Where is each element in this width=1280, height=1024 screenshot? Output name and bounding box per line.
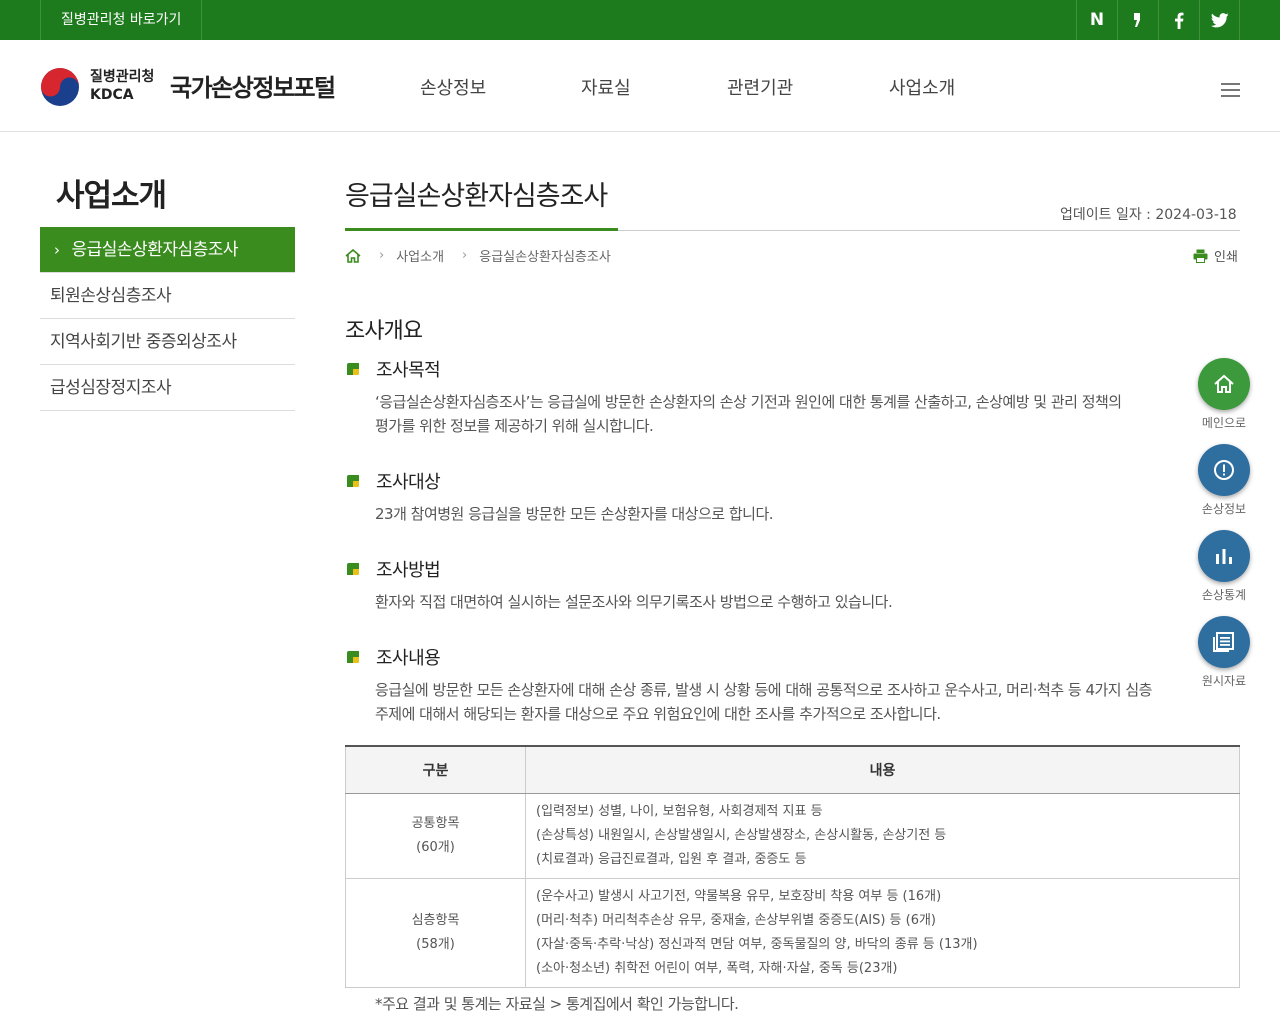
quick-menu-label: 손상통계 — [1201, 588, 1247, 602]
update-date: 업데이트 일자 : 2024-03-18 — [1060, 207, 1237, 223]
quick-menu-main[interactable]: 메인으로 — [1198, 358, 1250, 431]
quick-menu-label: 손상정보 — [1201, 502, 1247, 516]
sns-links: N — [1076, 0, 1240, 40]
nav-business-intro[interactable]: 사업소개 — [889, 74, 955, 100]
kakao-story-icon[interactable] — [1117, 0, 1158, 40]
subsection-text: 응급실에 방문한 모든 손상환자에 대해 손상 종류, 발생 시 상황 등에 대… — [375, 681, 1152, 723]
table-header-row: 구분 내용 — [345, 745, 1240, 794]
site-header: 질병관리청 KDCA 국가손상정보포털 손상정보 자료실 관련기관 사업소개 — [0, 40, 1280, 132]
twitter-icon[interactable] — [1199, 0, 1240, 40]
sidebar-item-ed-injury-survey[interactable]: › 응급실손상환자심층조사 — [40, 227, 295, 273]
org-abbr: KDCA — [90, 87, 134, 103]
leaf-bullet-icon — [347, 651, 359, 663]
sidebar-item-cardiac-arrest-survey[interactable]: 급성심장정지조사 — [40, 365, 295, 411]
survey-items-table: 구분 내용 공통항목 (60개) (입력정보) 성별, 나이, 보험유형, 사회… — [345, 745, 1240, 988]
table-cell-category: 공통항목 (60개) — [345, 792, 526, 879]
site-title[interactable]: 국가손상정보포털 — [170, 68, 336, 103]
nav-injury-info[interactable]: 손상정보 — [420, 74, 486, 100]
nav-data-room[interactable]: 자료실 — [581, 74, 631, 100]
naver-blog-icon[interactable]: N — [1076, 0, 1117, 40]
kdca-logo-icon[interactable] — [40, 67, 80, 107]
quick-menu-injury-info[interactable]: 손상정보 — [1198, 444, 1250, 517]
subsection-heading: 조사목적 — [346, 356, 441, 382]
org-logo-text[interactable]: 질병관리청 KDCA — [90, 68, 154, 104]
nav-related-orgs[interactable]: 관련기관 — [727, 74, 793, 100]
subsection-text: 환자와 직접 대면하여 실시하는 설문조사와 의무기록조사 방법으로 수행하고 … — [375, 593, 893, 611]
info-icon — [1198, 444, 1250, 496]
table-header: 내용 — [525, 745, 1240, 794]
table-cell-items: (운수사고) 발생시 사고기전, 약물복용 유무, 보호장비 착용 여부 등 (… — [525, 877, 1240, 988]
table-cell-items: (입력정보) 성별, 나이, 보험유형, 사회경제적 지표 등 (손상특성) 내… — [525, 792, 1240, 879]
breadcrumb-item[interactable]: 사업소개 — [396, 246, 444, 265]
sidebar-item-label: 급성심장정지조사 — [50, 378, 172, 398]
chevron-right-icon: › — [54, 241, 60, 259]
home-icon — [1198, 358, 1250, 410]
printer-icon — [1193, 249, 1208, 263]
quick-menu-raw-data[interactable]: 원시자료 — [1198, 616, 1250, 689]
quick-menu-label: 메인으로 — [1201, 416, 1247, 430]
table-cell-category: 심층항목 (58개) — [345, 877, 526, 988]
sidebar-item-discharge-survey[interactable]: 퇴원손상심층조사 — [40, 273, 295, 319]
sidebar-item-label: 퇴원손상심층조사 — [50, 286, 172, 306]
facebook-icon[interactable] — [1158, 0, 1199, 40]
table-row: 공통항목 (60개) (입력정보) 성별, 나이, 보험유형, 사회경제적 지표… — [345, 792, 1240, 879]
subsection-heading: 조사내용 — [346, 644, 441, 670]
breadcrumb-separator-icon: › — [462, 248, 468, 263]
hamburger-menu-icon[interactable] — [1221, 83, 1240, 97]
leaf-bullet-icon — [347, 563, 359, 575]
quick-menu-injury-stats[interactable]: 손상통계 — [1198, 530, 1250, 603]
sidebar-item-community-trauma-survey[interactable]: 지역사회기반 중증외상조사 — [40, 319, 295, 365]
table-row: 심층항목 (58개) (운수사고) 발생시 사고기전, 약물복용 유무, 보호장… — [345, 877, 1240, 988]
kdca-shortcut-link[interactable]: 질병관리청 바로가기 — [40, 0, 203, 40]
document-icon — [1198, 616, 1250, 668]
print-button[interactable]: 인쇄 — [1193, 246, 1238, 265]
table-header: 구분 — [345, 745, 526, 794]
subsection-heading: 조사대상 — [346, 468, 441, 494]
sidebar-nav: › 응급실손상환자심층조사 퇴원손상심층조사 지역사회기반 중증외상조사 급성심장… — [40, 227, 295, 411]
page-title: 응급실손상환자심층조사 — [345, 181, 608, 212]
quick-menu-label: 원시자료 — [1201, 674, 1247, 688]
sidebar-item-label: 지역사회기반 중증외상조사 — [50, 332, 237, 352]
sidebar-item-label: 응급실손상환자심층조사 — [71, 240, 239, 260]
print-label: 인쇄 — [1214, 250, 1238, 265]
subsection-heading: 조사방법 — [346, 556, 441, 582]
leaf-bullet-icon — [347, 475, 359, 487]
org-name: 질병관리청 — [90, 69, 155, 85]
breadcrumb-item[interactable]: 응급실손상환자심층조사 — [479, 246, 611, 265]
breadcrumb-separator-icon: › — [379, 248, 385, 263]
subsection-text: 23개 참여병원 응급실을 방문한 모든 손상환자를 대상으로 합니다. — [375, 505, 774, 523]
bar-chart-icon — [1198, 530, 1250, 582]
section-title: 조사개요 — [345, 319, 423, 344]
breadcrumb: › 사업소개 › 응급실손상환자심층조사 — [345, 246, 611, 265]
leaf-bullet-icon — [347, 363, 359, 375]
home-icon[interactable] — [345, 248, 361, 263]
sidebar-title: 사업소개 — [56, 178, 167, 214]
top-bar: 질병관리청 바로가기 N — [0, 0, 1280, 40]
title-underline — [345, 228, 618, 231]
footnote: *주요 결과 및 통계는 자료실 > 통계집에서 확인 가능합니다. — [375, 995, 739, 1013]
subsection-text: ‘응급실손상환자심층조사’는 응급실에 방문한 손상환자의 손상 기전과 원인에… — [375, 393, 1122, 435]
